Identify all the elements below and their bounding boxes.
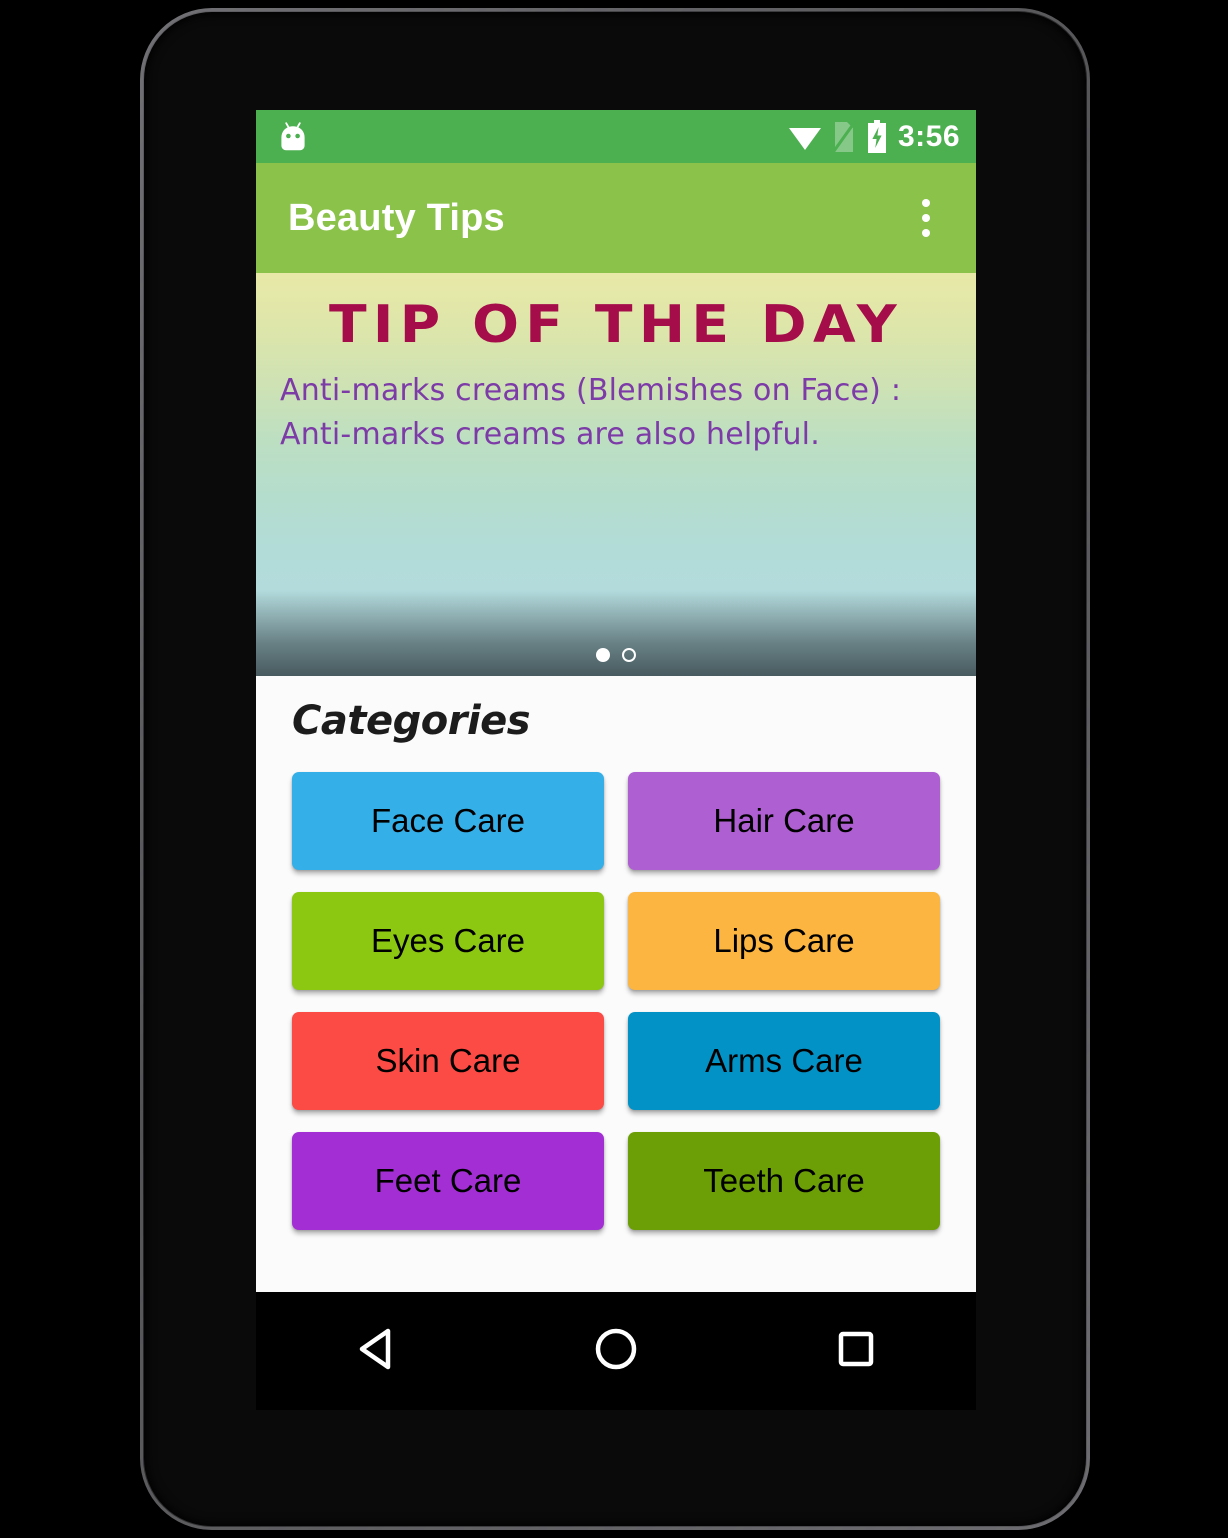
wifi-icon (788, 123, 822, 151)
carousel-page-indicator (256, 648, 976, 662)
tip-of-the-day-card[interactable]: TIP OF THE DAY Anti-marks creams (Blemis… (256, 273, 976, 676)
page-dot-1[interactable] (596, 648, 610, 662)
nav-home-button[interactable] (568, 1303, 664, 1399)
tip-of-the-day-text: Anti-marks creams (Blemishes on Face) : … (280, 373, 902, 452)
category-eyes-care[interactable]: Eyes Care (292, 892, 604, 990)
category-hair-care[interactable]: Hair Care (628, 772, 940, 870)
battery-charging-icon (866, 119, 888, 154)
home-circle-icon (593, 1326, 639, 1377)
overflow-dot-3 (922, 229, 930, 237)
categories-section: Categories Face Care Hair Care Eyes Care… (256, 676, 976, 1292)
android-head-icon (278, 121, 308, 153)
category-grid: Face Care Hair Care Eyes Care Lips Care … (292, 772, 940, 1230)
category-face-care[interactable]: Face Care (292, 772, 604, 870)
overflow-dot-1 (922, 199, 930, 207)
app-toolbar: Beauty Tips (256, 163, 976, 273)
status-bar: 3:56 (256, 110, 976, 163)
app-title: Beauty Tips (288, 196, 505, 239)
phone-screen: 3:56 Beauty Tips TIP OF THE DAY Anti-mar… (256, 110, 976, 1292)
nav-back-button[interactable] (328, 1303, 424, 1399)
category-lips-care[interactable]: Lips Care (628, 892, 940, 990)
overflow-menu-icon[interactable] (900, 188, 952, 248)
page-dot-2[interactable] (622, 648, 636, 662)
category-arms-care[interactable]: Arms Care (628, 1012, 940, 1110)
back-triangle-icon (354, 1326, 398, 1377)
tip-of-the-day-heading: TIP OF THE DAY (328, 295, 904, 355)
overflow-dot-2 (922, 214, 930, 222)
categories-heading: Categories (292, 698, 531, 744)
category-teeth-care[interactable]: Teeth Care (628, 1132, 940, 1230)
nav-recents-button[interactable] (808, 1303, 904, 1399)
category-feet-care[interactable]: Feet Care (292, 1132, 604, 1230)
status-bar-right: 3:56 (788, 119, 960, 154)
no-sim-icon (832, 121, 856, 153)
android-navigation-bar (256, 1292, 976, 1410)
tip-card-scrim (256, 590, 976, 676)
status-bar-clock: 3:56 (897, 119, 960, 153)
category-skin-care[interactable]: Skin Care (292, 1012, 604, 1110)
recents-square-icon (834, 1327, 878, 1376)
status-bar-left (278, 121, 308, 153)
